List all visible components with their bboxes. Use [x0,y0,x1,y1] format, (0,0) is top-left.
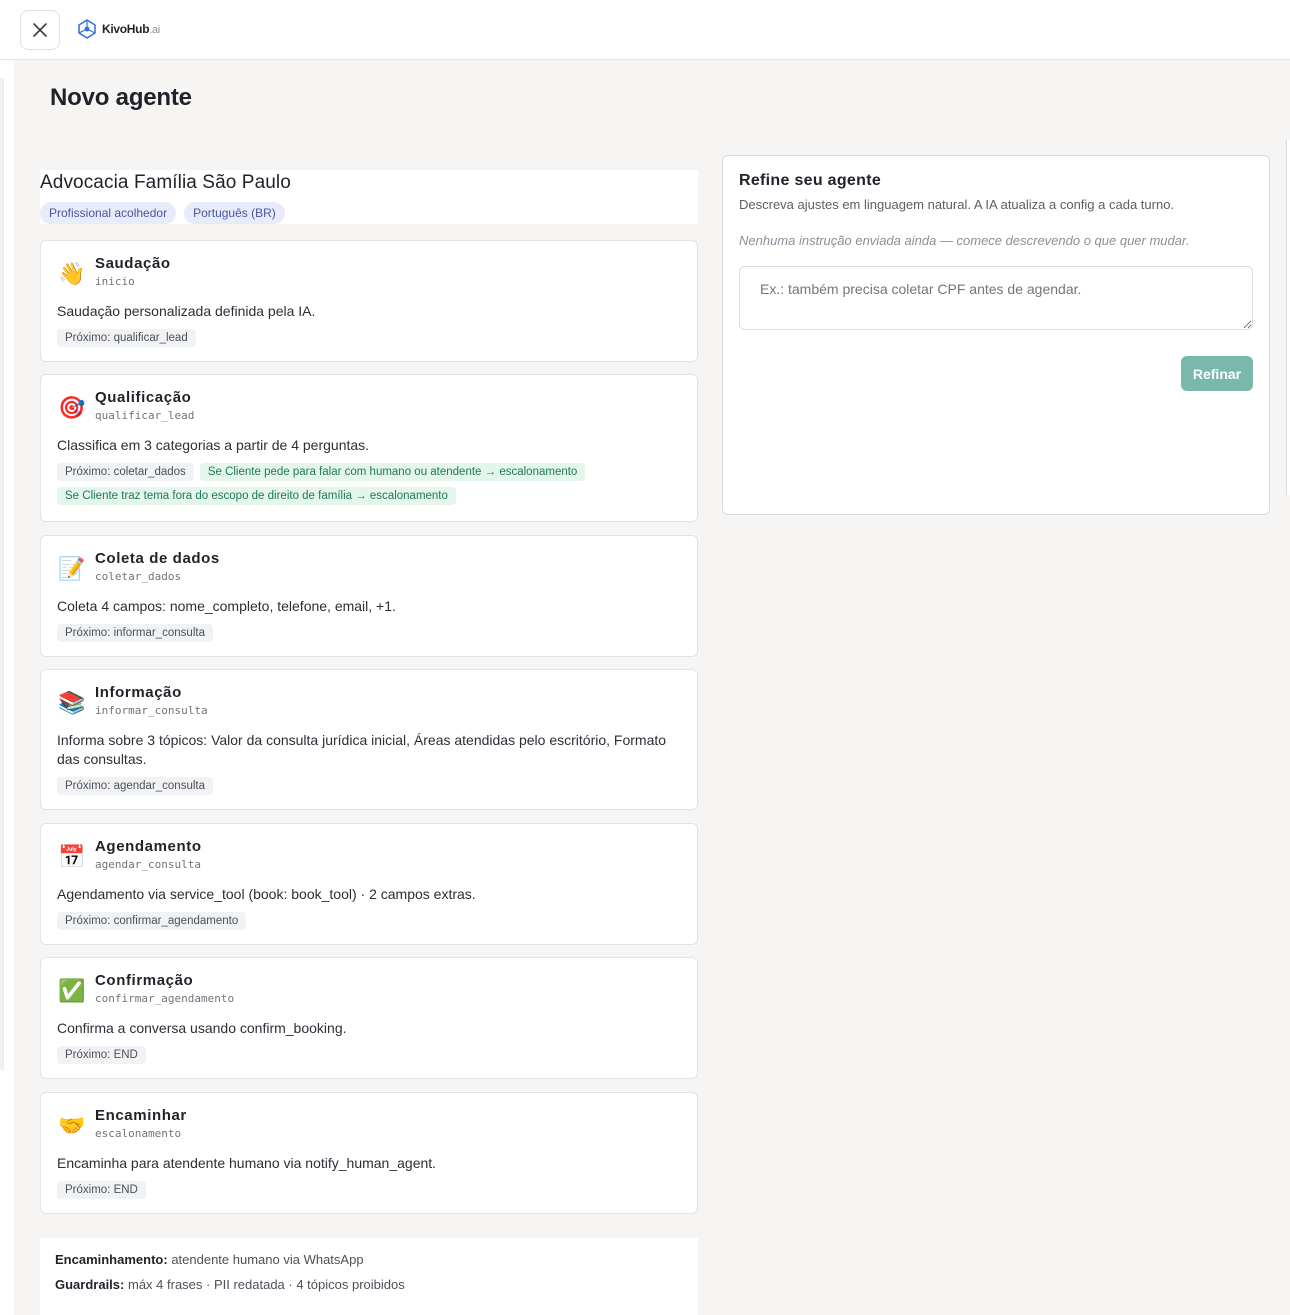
step-card[interactable]: 📅 Agendamento agendar_consulta Agendamen… [40,823,698,945]
step-id: agendar_consulta [95,858,201,871]
agent-tags: Profissional acolhedor Português (BR) [40,202,698,224]
step-card[interactable]: 📚 Informação informar_consulta Informa s… [40,669,698,810]
step-card[interactable]: 📝 Coleta de dados coletar_dados Coleta 4… [40,535,698,657]
step-description: Saudação personalizada definida pela IA. [57,303,316,319]
page-title: Novo agente [50,84,192,111]
step-card[interactable]: 🤝 Encaminhar escalonamento Encaminha par… [40,1092,698,1214]
tone-tag: Profissional acolhedor [40,202,177,224]
guardrails-label: Guardrails: [55,1277,125,1292]
step-description: Classifica em 3 categorias a partir de 4… [57,437,370,453]
right-edge-panel [1286,140,1290,495]
condition-chip: Se Cliente pede para falar com humano ou… [199,463,586,481]
step-title: Qualificação [95,389,192,406]
step-id: qualificar_lead [95,409,195,422]
check-mark-icon: ✅ [58,979,86,1004]
next-step-chip: Próximo: informar_consulta [57,624,213,642]
handshake-icon: 🤝 [58,1114,86,1139]
guardrails-value: máx 4 frases · PII redatada · 4 tópicos … [127,1277,405,1292]
target-icon: 🎯 [58,396,86,421]
logo-text: KivoHub.ai [102,22,160,36]
agent-name: Advocacia Família São Paulo [40,172,291,193]
step-title: Informação [95,684,182,701]
language-tag: Português (BR) [184,202,285,224]
refine-button[interactable]: Refinar [1181,356,1253,391]
next-step-chip: Próximo: agendar_consulta [57,777,213,795]
refine-subtitle: Descreva ajustes em linguagem natural. A… [739,197,1175,212]
step-title: Coleta de dados [95,550,220,567]
step-description: Encaminha para atendente humano via noti… [57,1155,437,1171]
handoff-label: Encaminhamento: [55,1252,168,1267]
step-title: Saudação [95,255,171,272]
refine-empty-state: Nenhuma instrução enviada ainda — comece… [739,233,1190,248]
step-title: Agendamento [95,838,202,855]
step-id: confirmar_agendamento [95,992,235,1005]
step-description: Informa sobre 3 tópicos: Valor da consul… [57,732,667,767]
handoff-value: atendente humano via WhatsApp [171,1252,364,1267]
network-logo-icon [78,19,96,39]
next-step-chip: Próximo: confirmar_agendamento [57,912,247,930]
step-description: Confirma a conversa usando confirm_booki… [57,1020,347,1036]
step-card[interactable]: 👋 Saudação inicio Saudação personalizada… [40,240,698,362]
top-bar: KivoHub.ai [0,0,1290,60]
step-id: informar_consulta [95,704,208,717]
close-icon [33,23,47,37]
books-icon: 📚 [58,691,86,716]
refine-instruction-input[interactable] [739,266,1253,330]
next-step-chip: Próximo: END [57,1181,146,1199]
step-id: escalonamento [95,1127,182,1140]
close-button[interactable] [20,10,60,50]
refine-panel: Refine seu agente Descreva ajustes em li… [722,155,1270,515]
step-id: coletar_dados [95,570,182,583]
step-card[interactable]: ✅ Confirmação confirmar_agendamento Conf… [40,957,698,1079]
agent-header: Advocacia Família São Paulo Profissional… [40,170,698,224]
left-rail [0,60,14,1315]
agent-summary: Encaminhamento: atendente humano via Wha… [40,1238,698,1315]
calendar-icon: 📅 [58,845,86,870]
waving-hand-icon: 👋 [58,262,86,287]
condition-chip: Se Cliente traz tema fora do escopo de d… [57,487,456,505]
handoff-row: Encaminhamento: atendente humano via Wha… [55,1252,683,1267]
next-step-chip: Próximo: END [57,1046,146,1064]
step-title: Confirmação [95,972,194,989]
left-rail-panel [0,78,4,1070]
step-id: inicio [95,275,135,288]
refine-title: Refine seu agente [739,172,882,189]
step-card[interactable]: 🎯 Qualificação qualificar_lead Classific… [40,374,698,522]
memo-icon: 📝 [58,557,86,582]
guardrails-row: Guardrails: máx 4 frases · PII redatada … [55,1277,683,1292]
next-step-chip: Próximo: qualificar_lead [57,329,196,347]
step-description: Coleta 4 campos: nome_completo, telefone… [57,598,396,614]
step-description: Agendamento via service_tool (book: book… [57,886,476,902]
step-title: Encaminhar [95,1107,187,1124]
logo[interactable]: KivoHub.ai [76,18,160,40]
next-step-chip: Próximo: coletar_dados [57,463,194,481]
